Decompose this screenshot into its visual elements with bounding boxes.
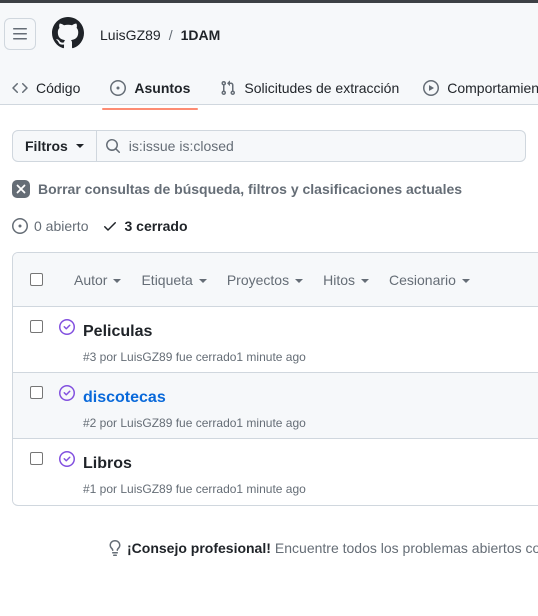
filters-button-label: Filtros xyxy=(25,138,68,154)
repo-tabs: Código Asuntos Solicitudes de extracción… xyxy=(0,67,538,110)
caret-down-icon xyxy=(361,278,369,283)
author-filter-label: Autor xyxy=(74,272,108,288)
clear-filters-link[interactable]: Borrar consultas de búsqueda, filtros y … xyxy=(12,180,462,198)
caret-down-icon xyxy=(461,278,470,283)
pro-tip-text: Encuentre todos los problemas abiertos c… xyxy=(274,540,538,556)
issue-checkbox[interactable] xyxy=(30,386,43,399)
search-field[interactable] xyxy=(96,130,526,162)
open-issues-link[interactable]: 0 abierto xyxy=(12,218,88,234)
issue-opened-icon xyxy=(110,79,127,96)
issues-filter-bar: Filtros xyxy=(12,130,526,162)
pro-tip: ¡Consejo profesional! Encuentre todos lo… xyxy=(107,540,538,556)
milestones-filter-label: Hitos xyxy=(323,272,355,288)
tab-issues[interactable]: Asuntos xyxy=(102,69,199,110)
issue-row[interactable]: Libros #1 por LuisGZ89 fue cerrado1 minu… xyxy=(13,439,538,504)
issues-list-header: Autor Etiqueta Proyectos Hitos Cesionari… xyxy=(13,253,538,307)
tab-code[interactable]: Código xyxy=(4,69,88,107)
check-icon xyxy=(104,222,117,231)
issue-meta: #1 por LuisGZ89 fue cerrado1 minute ago xyxy=(83,482,306,496)
tab-code-label: Código xyxy=(36,79,81,96)
milestones-filter[interactable]: Hitos xyxy=(323,272,389,288)
tab-actions[interactable]: Comportamiento xyxy=(415,69,538,107)
filters-dropdown-button[interactable]: Filtros xyxy=(12,130,97,162)
menu-button[interactable] xyxy=(4,18,36,50)
label-filter[interactable]: Etiqueta xyxy=(141,272,226,288)
projects-filter[interactable]: Proyectos xyxy=(227,272,323,288)
issue-row[interactable]: Peliculas #3 por LuisGZ89 fue cerrado1 m… xyxy=(13,307,538,373)
closed-issues-link[interactable]: 3 cerrado xyxy=(102,218,188,234)
issue-closed-icon xyxy=(59,385,75,401)
pro-tip-title: ¡Consejo profesional! xyxy=(127,540,271,556)
search-input[interactable] xyxy=(128,138,509,154)
breadcrumb-separator: / xyxy=(168,27,173,43)
issue-title-link[interactable]: Peliculas xyxy=(83,323,152,341)
list-header-filters: Autor Etiqueta Proyectos Hitos Cesionari… xyxy=(74,272,490,288)
issue-state-toggle: 0 abierto 3 cerrado xyxy=(12,218,188,234)
caret-down-icon xyxy=(198,278,207,283)
tab-pull-requests[interactable]: Solicitudes de extracción xyxy=(212,69,407,107)
issue-row[interactable]: discotecas #2 por LuisGZ89 fue cerrado1 … xyxy=(13,373,538,439)
issue-checkbox[interactable] xyxy=(30,320,43,333)
projects-filter-label: Proyectos xyxy=(226,272,290,288)
assignee-filter-label: Cesionario xyxy=(389,272,456,288)
repo-name-link[interactable]: 1DAM xyxy=(181,27,221,43)
repo-header: LuisGZ89 / 1DAM Código Asuntos Solicitud… xyxy=(0,0,538,110)
close-icon xyxy=(12,180,30,198)
issue-closed-icon xyxy=(59,319,75,335)
author-filter[interactable]: Autor xyxy=(74,272,141,288)
tab-actions-label: Comportamiento xyxy=(447,79,538,96)
chevron-down-icon xyxy=(75,144,84,148)
caret-down-icon xyxy=(113,278,122,283)
repo-owner-link[interactable]: LuisGZ89 xyxy=(100,27,161,43)
light-bulb-icon xyxy=(109,540,121,556)
closed-issues-label: 3 cerrado xyxy=(124,218,188,234)
code-icon xyxy=(12,82,28,93)
label-filter-label: Etiqueta xyxy=(141,272,193,288)
play-icon xyxy=(423,79,440,96)
caret-down-icon xyxy=(295,278,304,283)
issue-title-link[interactable]: Libros xyxy=(83,455,132,473)
breadcrumb: LuisGZ89 / 1DAM xyxy=(100,27,220,43)
tab-pull-requests-label: Solicitudes de extracción xyxy=(244,79,400,96)
search-icon xyxy=(105,139,120,154)
assignee-filter[interactable]: Cesionario xyxy=(389,272,490,288)
github-logo-icon[interactable] xyxy=(52,17,84,49)
git-pull-request-icon xyxy=(221,80,236,95)
issue-opened-icon xyxy=(12,218,28,234)
issue-title-link[interactable]: discotecas xyxy=(83,389,166,407)
select-all-checkbox[interactable] xyxy=(30,273,43,286)
open-issues-label: 0 abierto xyxy=(34,218,89,234)
tab-issues-label: Asuntos xyxy=(134,79,191,96)
issues-list: Autor Etiqueta Proyectos Hitos Cesionari… xyxy=(12,252,538,506)
issue-meta: #2 por LuisGZ89 fue cerrado1 minute ago xyxy=(83,416,306,430)
clear-filters-label: Borrar consultas de búsqueda, filtros y … xyxy=(38,181,463,197)
hamburger-icon xyxy=(13,28,27,40)
issue-checkbox[interactable] xyxy=(30,452,43,465)
issue-closed-icon xyxy=(59,451,75,467)
issue-meta: #3 por LuisGZ89 fue cerrado1 minute ago xyxy=(83,350,306,364)
